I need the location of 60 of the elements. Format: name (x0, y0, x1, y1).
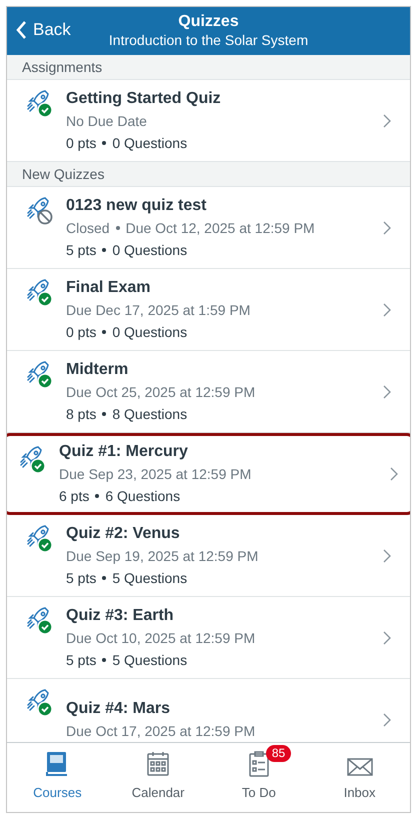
quiz-title: Quiz #4: Mars (66, 698, 172, 718)
quiz-detail: Due Sep 19, 2025 at 12:59 PM (66, 546, 258, 566)
quiz-stat: 6 Questions (105, 487, 180, 506)
chevron-right-icon (383, 220, 391, 234)
chevron-right-icon (383, 712, 391, 726)
quiz-stat: 5 Questions (112, 568, 188, 588)
quiz-detail: Closed (66, 218, 110, 238)
quiz-row[interactable]: Final Exam Due Dec 17, 2025 at 1:59 PM 0 pts 0 Questions (7, 269, 410, 351)
tab[interactable]: Calendar (108, 743, 208, 812)
tab[interactable]: Inbox (309, 743, 410, 812)
envelope-icon (346, 757, 373, 777)
screen-title: Quizzes (178, 12, 239, 32)
count-badge: 85 (266, 745, 292, 762)
quiz-detail: Due Oct 25, 2025 at 12:59 PM (66, 382, 256, 402)
tab[interactable]: 85 To Do (208, 743, 310, 812)
quiz-title: 0123 new quiz test (66, 196, 208, 216)
quiz-title: Quiz #2: Venus (66, 524, 181, 544)
quiz-title: Quiz #3: Earth (66, 606, 175, 626)
chevron-left-icon (15, 20, 27, 40)
quiz-stat: 8 pts (66, 404, 96, 424)
quiz-detail: Due Oct 10, 2025 at 12:59 PM (66, 628, 256, 648)
quiz-title: Final Exam (66, 278, 152, 298)
quiz-stat: 0 pts (66, 322, 96, 342)
quiz-stat: 5 Questions (112, 650, 188, 670)
chevron-right-icon (383, 302, 391, 316)
quiz-stat: 0 Questions (112, 134, 188, 153)
quiz-title: Quiz #1: Mercury (59, 442, 189, 462)
section-header: Assignments (7, 55, 410, 80)
quiz-row[interactable]: 0123 new quiz test Closed Due Oct 12, 2025 at 12:59 PM 5 pts 0 Questions (7, 187, 410, 269)
quiz-stat: 5 pts (66, 650, 96, 670)
tab[interactable]: Courses (7, 743, 108, 812)
quiz-row[interactable]: Quiz #1: Mercury Due Sep 23, 2025 at 12:59 PM 6 pts 6 Questions (7, 433, 410, 515)
calendar-icon (146, 751, 170, 777)
chevron-right-icon (383, 548, 391, 562)
quiz-row[interactable]: Quiz #2: Venus Due Sep 19, 2025 at 12:59 PM 5 pts 5 Questions (7, 515, 410, 597)
quiz-row[interactable]: Quiz #3: Earth Due Oct 10, 2025 at 12:59 PM 5 pts 5 Questions (7, 597, 410, 679)
quiz-detail: Due Oct 12, 2025 at 12:59 PM (126, 218, 315, 238)
chevron-right-icon (383, 114, 391, 128)
quiz-title: Getting Started Quiz (66, 88, 222, 108)
quiz-detail: Due Dec 17, 2025 at 1:59 PM (66, 300, 250, 320)
quiz-detail: Due Oct 17, 2025 at 12:59 PM (66, 722, 256, 740)
section-header: New Quizzes (7, 162, 410, 187)
chevron-right-icon (383, 384, 391, 398)
quiz-row[interactable]: Midterm Due Oct 25, 2025 at 12:59 PM 8 pts 8 Questions (7, 351, 410, 433)
quiz-stat: 5 pts (66, 240, 96, 260)
chevron-right-icon (383, 630, 391, 644)
back-button[interactable]: Back (15, 17, 71, 42)
book-icon (45, 751, 70, 777)
quiz-stat: 0 Questions (112, 322, 188, 342)
chevron-right-icon (390, 467, 398, 481)
quiz-detail: Due Sep 23, 2025 at 12:59 PM (59, 465, 252, 484)
quiz-title: Midterm (66, 360, 130, 380)
screen-subtitle: Introduction to the Solar System (108, 32, 308, 50)
quiz-stat: 6 pts (59, 487, 90, 506)
quiz-stat: 8 Questions (112, 404, 188, 424)
quiz-stat: 0 Questions (112, 240, 188, 260)
clipboard-icon (248, 751, 270, 777)
quiz-stat: 5 pts (66, 568, 96, 588)
quiz-detail: No Due Date (66, 112, 147, 130)
quiz-stat: 0 pts (66, 134, 96, 153)
